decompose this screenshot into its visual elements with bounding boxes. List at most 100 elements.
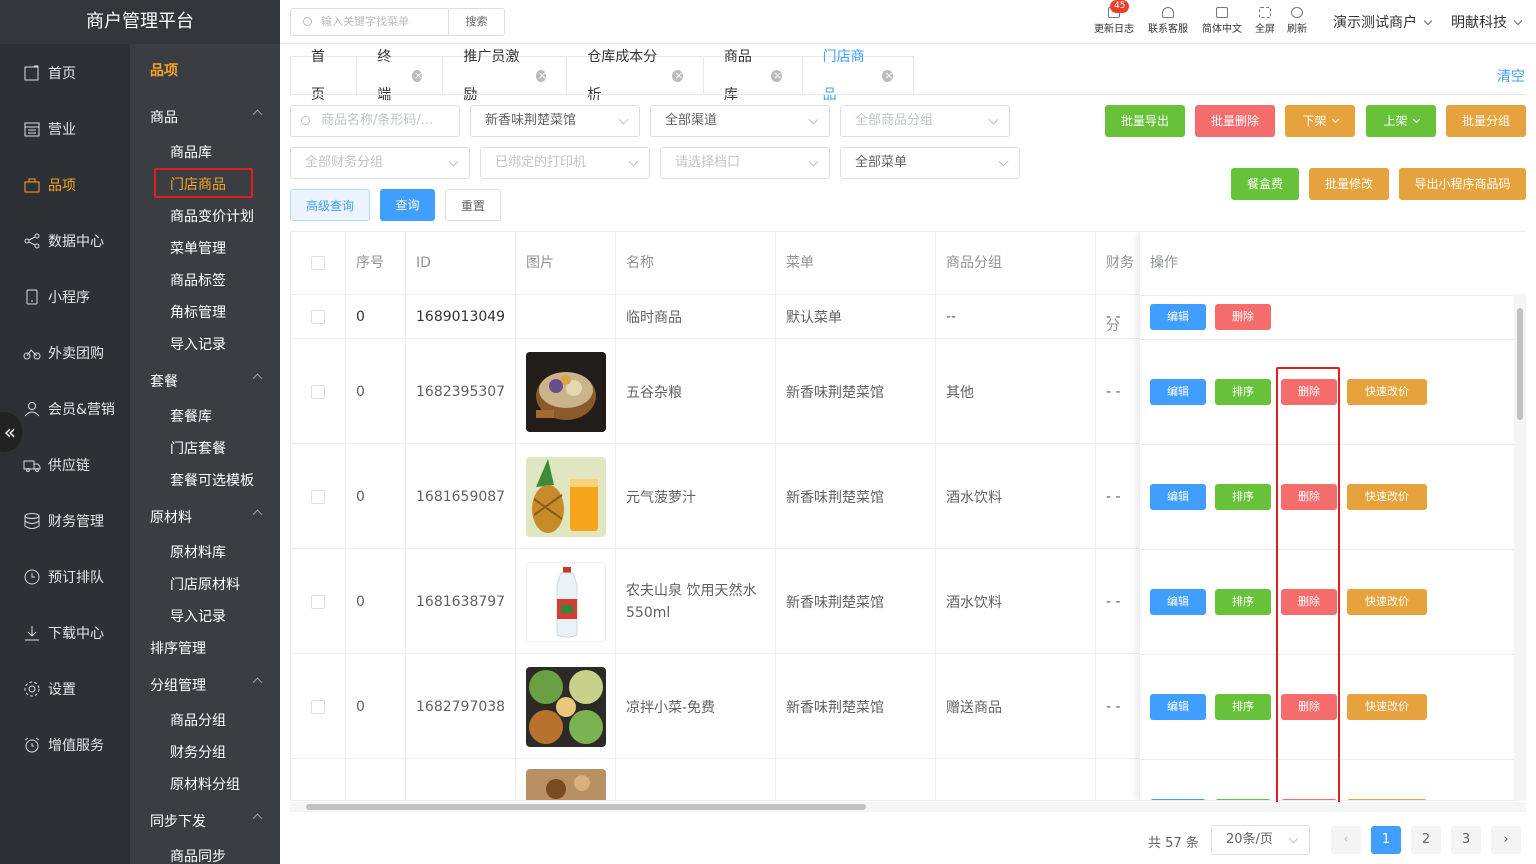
channel-select[interactable]: 全部渠道 <box>650 105 830 137</box>
off-shelf-dropdown[interactable]: 下架 <box>1285 105 1355 137</box>
horizontal-scroll-thumb[interactable] <box>306 804 866 810</box>
tab-home[interactable]: 首页 <box>291 49 358 103</box>
nav-mini-program[interactable]: 小程序 <box>0 282 130 312</box>
edit-button[interactable]: 编辑 <box>1150 304 1206 330</box>
sort-button[interactable]: 排序 <box>1215 379 1271 405</box>
batch-edit-button[interactable]: 批量修改 <box>1309 168 1389 200</box>
submenu-item-product-groups[interactable]: 商品分组 <box>170 710 226 730</box>
quick-price-button[interactable]: 快速改价 <box>1347 379 1427 405</box>
refresh-button[interactable]: 刷新 <box>1284 6 1310 38</box>
sort-button[interactable]: 排序 <box>1215 589 1271 615</box>
next-page-button[interactable]: › <box>1491 826 1521 854</box>
printer-select[interactable]: 已绑定的打印机 <box>480 147 650 179</box>
nav-members[interactable]: 会员&营销 <box>0 394 130 424</box>
submenu-item-finance-groups[interactable]: 财务分组 <box>170 742 226 762</box>
tab-store-products[interactable]: 门店商品 <box>803 49 913 103</box>
clear-tabs-link[interactable]: 清空 <box>1497 66 1525 86</box>
submenu-group-products[interactable]: 商品 <box>150 107 263 127</box>
stall-select[interactable]: 请选择档口 <box>660 147 830 179</box>
sort-button-partial[interactable] <box>1215 799 1271 800</box>
submenu-item-corner-marks[interactable]: 角标管理 <box>170 302 226 322</box>
row-checkbox[interactable] <box>311 310 325 324</box>
fullscreen-button[interactable]: 全屏 <box>1252 6 1278 38</box>
changelog-button[interactable]: 45 更新日志 <box>1090 0 1138 38</box>
submenu-group-grouping[interactable]: 分组管理 <box>150 675 263 695</box>
vertical-scroll-thumb[interactable] <box>1517 308 1523 420</box>
edit-button[interactable]: 编辑 <box>1150 379 1206 405</box>
finance-group-select[interactable]: 全部财务分组 <box>290 147 470 179</box>
submenu-item-store-combos[interactable]: 门店套餐 <box>170 438 226 458</box>
query-button[interactable]: 查询 <box>380 189 435 221</box>
submenu-group-materials[interactable]: 原材料 <box>150 507 263 527</box>
submenu-item-material-groups[interactable]: 原材料分组 <box>170 774 240 794</box>
horizontal-scrollbar[interactable] <box>290 802 1526 812</box>
store-selector[interactable]: 演示测试商户 <box>1333 12 1433 32</box>
nav-takeout[interactable]: 外卖团购 <box>0 338 130 368</box>
vertical-scrollbar[interactable] <box>1514 294 1526 801</box>
close-icon[interactable] <box>672 57 683 95</box>
select-all-checkbox[interactable] <box>311 256 325 270</box>
nav-value-added[interactable]: 增值服务 <box>0 730 130 760</box>
tab-product-library[interactable]: 商品库 <box>704 49 803 103</box>
submenu-group-sync[interactable]: 同步下发 <box>150 811 263 831</box>
tab-terminal[interactable]: 终端 <box>357 49 444 103</box>
menu-select[interactable]: 全部菜单 <box>840 147 1020 179</box>
export-qr-button[interactable]: 导出小程序商品码 <box>1399 168 1526 200</box>
page-size-select[interactable]: 20条/页 <box>1211 825 1310 855</box>
nav-download[interactable]: 下载中心 <box>0 618 130 648</box>
close-icon[interactable] <box>411 57 423 95</box>
delete-button[interactable]: 删除 <box>1215 304 1271 330</box>
reset-button[interactable]: 重置 <box>445 189 501 221</box>
quick-price-button[interactable]: 快速改价 <box>1347 589 1427 615</box>
batch-group-button[interactable]: 批量分组 <box>1446 105 1526 137</box>
page-button-1[interactable]: 1 <box>1371 826 1401 854</box>
company-selector[interactable]: 明献科技 <box>1451 12 1523 32</box>
close-icon[interactable] <box>771 57 782 95</box>
sort-button[interactable]: 排序 <box>1215 484 1271 510</box>
edit-button[interactable]: 编辑 <box>1150 694 1206 720</box>
batch-export-button[interactable]: 批量导出 <box>1105 105 1185 137</box>
batch-delete-button[interactable]: 批量删除 <box>1195 105 1275 137</box>
page-button-3[interactable]: 3 <box>1451 826 1481 854</box>
submenu-item-product-sync[interactable]: 商品同步 <box>170 846 226 864</box>
submenu-item-import-records[interactable]: 导入记录 <box>170 334 226 354</box>
keyword-search-input[interactable]: 商品名称/条形码/... <box>290 105 460 137</box>
close-icon[interactable] <box>882 57 893 95</box>
page-button-2[interactable]: 2 <box>1411 826 1441 854</box>
nav-products[interactable]: 品项 <box>0 170 130 200</box>
submenu-item-product-tags[interactable]: 商品标签 <box>170 270 226 290</box>
sort-button[interactable]: 排序 <box>1215 694 1271 720</box>
submenu-group-sorting[interactable]: 排序管理 <box>150 638 206 658</box>
submenu-item-combo-library[interactable]: 套餐库 <box>170 406 212 426</box>
quick-price-button-partial[interactable] <box>1347 799 1427 800</box>
nav-supply-chain[interactable]: 供应链 <box>0 450 130 480</box>
submenu-item-material-library[interactable]: 原材料库 <box>170 542 226 562</box>
submenu-item-menu-management[interactable]: 菜单管理 <box>170 238 226 258</box>
submenu-group-combos[interactable]: 套餐 <box>150 371 263 391</box>
tab-promoter[interactable]: 推广员激励 <box>443 49 568 103</box>
customer-service-button[interactable]: 联系客服 <box>1144 6 1192 38</box>
close-icon[interactable] <box>535 57 547 95</box>
submenu-item-store-materials[interactable]: 门店原材料 <box>170 574 240 594</box>
edit-button[interactable]: 编辑 <box>1150 589 1206 615</box>
quick-price-button[interactable]: 快速改价 <box>1347 484 1427 510</box>
quick-price-button[interactable]: 快速改价 <box>1347 694 1427 720</box>
menu-search-input[interactable]: 输入关键字找菜单 <box>290 8 449 36</box>
box-fee-button[interactable]: 餐盒费 <box>1231 168 1299 200</box>
nav-business[interactable]: 营业 <box>0 114 130 144</box>
nav-data-center[interactable]: 数据中心 <box>0 226 130 256</box>
row-checkbox[interactable] <box>311 699 325 714</box>
menu-search-button[interactable]: 搜索 <box>449 8 505 36</box>
tab-warehouse-cost[interactable]: 仓库成本分析 <box>567 49 704 103</box>
advanced-query-button[interactable]: 高级查询 <box>290 189 370 221</box>
product-group-select[interactable]: 全部商品分组 <box>840 105 1010 137</box>
row-checkbox[interactable] <box>311 384 325 399</box>
row-checkbox[interactable] <box>311 594 325 609</box>
submenu-item-price-plan[interactable]: 商品变价计划 <box>170 206 254 226</box>
nav-finance[interactable]: 财务管理 <box>0 506 130 536</box>
on-shelf-dropdown[interactable]: 上架 <box>1366 105 1436 137</box>
nav-reservation[interactable]: 预订排队 <box>0 562 130 592</box>
submenu-item-combo-templates[interactable]: 套餐可选模板 <box>170 470 254 490</box>
store-select[interactable]: 新香味荆楚菜馆 <box>470 105 640 137</box>
nav-settings[interactable]: 设置 <box>0 674 130 704</box>
